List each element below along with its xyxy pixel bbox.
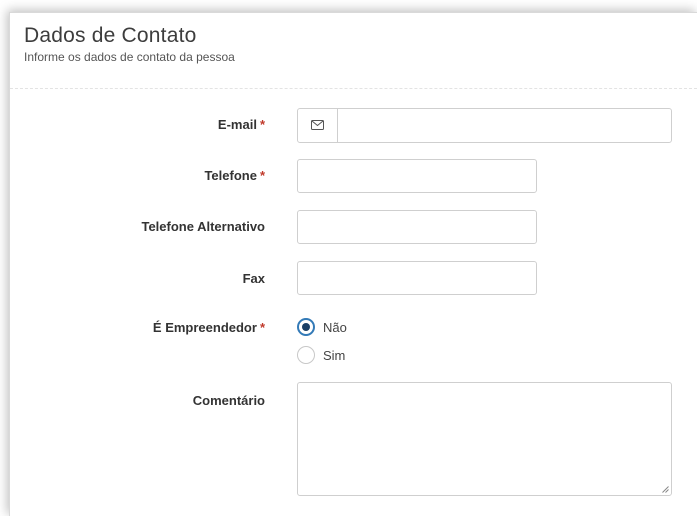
panel-title: Dados de Contato [24, 24, 197, 47]
email-input[interactable] [337, 108, 672, 143]
empreendedor-label: É Empreendedor * [153, 320, 265, 335]
telefone-input[interactable] [297, 159, 537, 193]
email-addon [297, 108, 338, 143]
header-divider [10, 88, 697, 89]
resize-grip-icon[interactable] [662, 486, 669, 493]
radio-nao[interactable] [297, 318, 315, 336]
required-asterisk: * [259, 320, 265, 335]
radio-option-sim[interactable]: Sim [297, 346, 345, 364]
required-asterisk: * [259, 117, 265, 132]
email-label-text: E-mail [217, 117, 257, 132]
contact-panel: Dados de Contato Informe os dados de con… [9, 12, 697, 516]
radio-sim-label: Sim [323, 347, 346, 363]
radio-nao-label: Não [323, 319, 347, 335]
telefone-label-text: Telefone [204, 168, 257, 183]
fax-input[interactable] [297, 261, 537, 295]
panel-header: Dados de Contato Informe os dados de con… [24, 23, 235, 64]
email-label: E-mail * [218, 117, 265, 132]
telefone-alt-label: Telefone Alternativo [141, 219, 265, 234]
telefone-alt-input[interactable] [297, 210, 537, 244]
comentario-label: Comentário [192, 393, 265, 408]
comentario-textarea[interactable] [297, 382, 672, 496]
radio-option-nao[interactable]: Não [297, 318, 347, 336]
envelope-icon [311, 117, 324, 135]
panel-subtitle: Informe os dados de contato da pessoa [24, 50, 235, 64]
empreendedor-label-text: É Empreendedor [152, 320, 257, 335]
fax-label: Fax [242, 271, 265, 286]
radio-sim[interactable] [297, 346, 315, 364]
required-asterisk: * [259, 168, 265, 183]
telefone-label: Telefone * [204, 168, 265, 183]
